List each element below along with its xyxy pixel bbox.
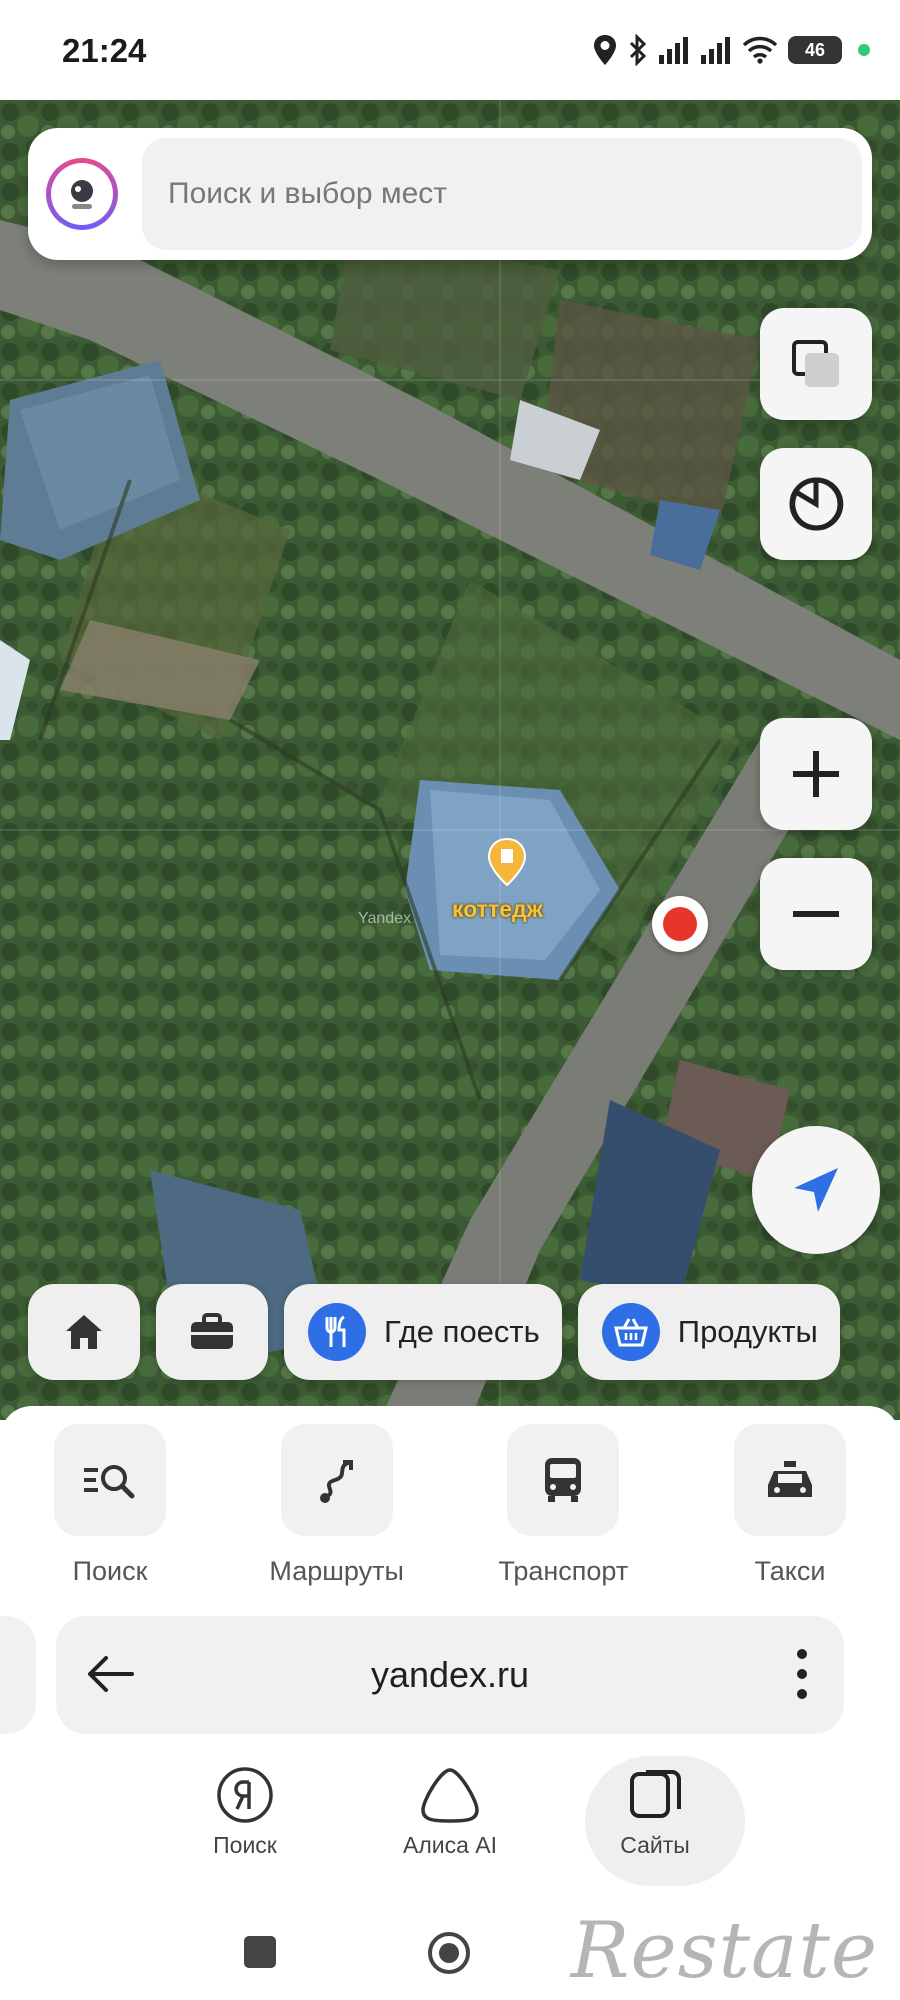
category-chips: Где поесть Продукты (28, 1284, 840, 1380)
zoom-out-icon (793, 911, 839, 917)
yandex-icon (217, 1767, 273, 1823)
compass-button[interactable] (760, 448, 872, 560)
quick-action-label: Транспорт (498, 1556, 629, 1586)
zoom-in-icon (793, 751, 839, 797)
taxi-icon (733, 1424, 846, 1536)
search-input[interactable]: Поиск и выбор мест (142, 138, 862, 250)
browser-nav-label: Сайты (620, 1832, 690, 1858)
previous-tab-edge[interactable] (0, 1616, 36, 1734)
browser-nav-bar: Поиск Алиса AI Сайты (0, 1756, 900, 1896)
user-location-marker (652, 896, 708, 952)
battery-icon: 46 (788, 36, 842, 64)
signal-icon (659, 37, 688, 64)
groceries-chip[interactable]: Продукты (577, 1284, 840, 1380)
search-bar[interactable]: Поиск и выбор мест (28, 128, 872, 260)
home-icon (66, 1315, 102, 1349)
alice-icon (421, 1768, 479, 1823)
work-chip[interactable] (156, 1284, 268, 1380)
compass-icon (789, 477, 844, 531)
quick-action-routes[interactable]: Маршруты (252, 1424, 422, 1587)
alice-avatar-icon[interactable] (46, 158, 118, 230)
bottom-sheet: Поиск Маршруты Транспорт Такси yandex.ru (0, 1406, 900, 2000)
layers-icon (792, 340, 839, 387)
back-arrow-icon[interactable] (82, 1646, 138, 1702)
bluetooth-icon (629, 34, 647, 66)
zoom-out-button[interactable] (760, 858, 872, 970)
quick-action-label: Маршруты (269, 1556, 404, 1586)
location-icon (594, 35, 616, 65)
poi-label[interactable]: коттедж (452, 896, 543, 923)
browser-nav-search[interactable]: Поиск (165, 1766, 325, 1859)
search-list-icon (54, 1424, 166, 1536)
layers-button[interactable] (760, 308, 872, 420)
home-chip[interactable] (28, 1284, 140, 1380)
chip-label: Продукты (677, 1314, 818, 1349)
status-icons: 46 (592, 34, 870, 66)
home-nav-icon[interactable] (426, 1930, 472, 1976)
status-time: 21:24 (62, 32, 147, 69)
browser-nav-label: Алиса AI (402, 1832, 498, 1858)
chip-label: Где поесть (384, 1314, 540, 1349)
route-icon (280, 1424, 393, 1536)
recents-icon[interactable] (242, 1934, 278, 1970)
browser-nav-sites[interactable]: Сайты (575, 1756, 745, 1886)
status-bar: 21:24 46 (0, 0, 900, 100)
quick-action-label: Такси (754, 1556, 826, 1586)
fork-knife-icon (308, 1303, 366, 1361)
bus-icon (507, 1424, 620, 1536)
quick-action-search[interactable]: Поиск (25, 1424, 195, 1587)
basket-icon (601, 1303, 660, 1361)
quick-action-transport[interactable]: Транспорт (478, 1424, 648, 1587)
poi-pin-icon[interactable] (487, 837, 527, 887)
briefcase-icon (191, 1313, 233, 1349)
browser-url-bar[interactable]: yandex.ru (56, 1616, 844, 1734)
more-vert-icon[interactable] (796, 1646, 808, 1702)
my-location-icon (794, 1168, 838, 1212)
where-to-eat-chip[interactable]: Где поесть (284, 1284, 562, 1380)
my-location-button[interactable] (752, 1126, 880, 1254)
browser-nav-alice[interactable]: Алиса AI (370, 1766, 530, 1859)
system-nav-bar: Restate (0, 1906, 900, 2000)
signal-icon (701, 37, 730, 64)
quick-actions: Поиск Маршруты Транспорт Такси (0, 1424, 900, 1587)
restate-watermark: Restate (570, 1906, 878, 1996)
quick-action-label: Поиск (72, 1556, 148, 1586)
wifi-icon (742, 36, 778, 64)
sites-icon (630, 1770, 681, 1818)
quick-action-taxi[interactable]: Такси (705, 1424, 875, 1587)
privacy-indicator-icon (858, 44, 870, 56)
map-watermark: Yandex (358, 910, 412, 927)
zoom-in-button[interactable] (760, 718, 872, 830)
browser-nav-label: Поиск (213, 1832, 277, 1858)
url-text[interactable]: yandex.ru (56, 1654, 844, 1696)
